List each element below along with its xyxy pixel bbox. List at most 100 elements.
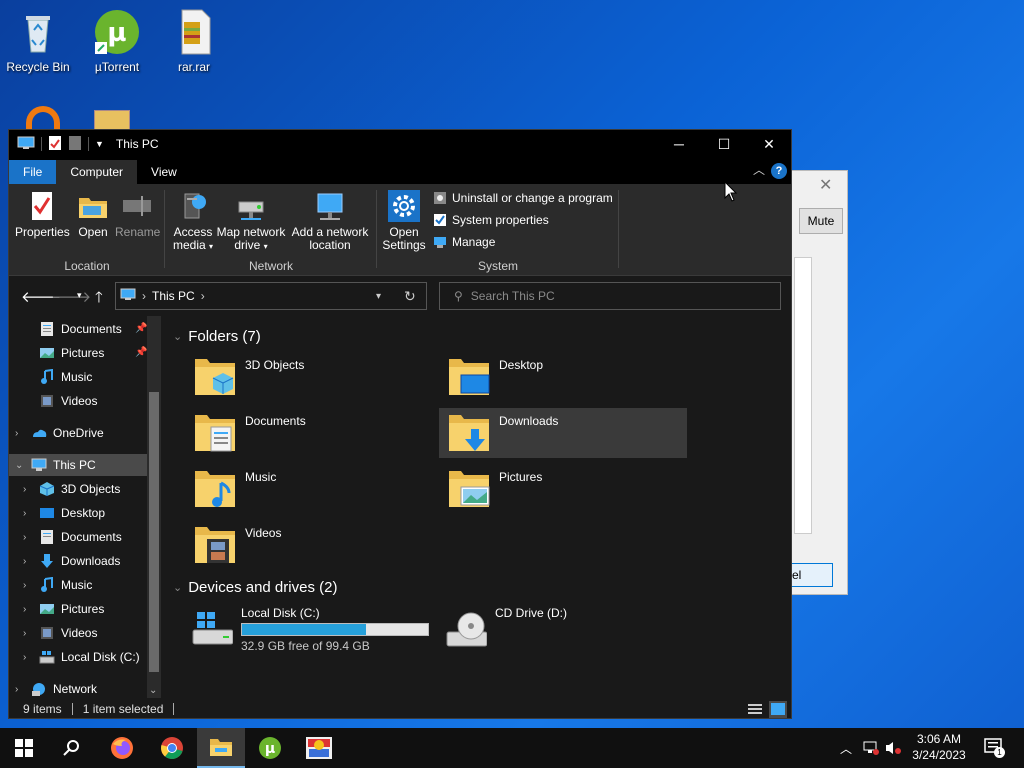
nav-item-3d-objects[interactable]: › 3D Objects bbox=[23, 478, 120, 500]
expand-chevron-icon[interactable]: › bbox=[23, 484, 33, 495]
drive-cd-d[interactable]: CD Drive (D:) bbox=[443, 604, 567, 654]
start-button[interactable] bbox=[0, 728, 48, 768]
refresh-icon[interactable]: ↻ bbox=[404, 288, 416, 305]
nav-item-music-quick[interactable]: Music bbox=[39, 366, 92, 388]
system-properties-button[interactable]: System properties bbox=[433, 210, 549, 230]
expand-chevron-icon[interactable]: › bbox=[23, 604, 33, 615]
drive-local-disk-c[interactable]: Local Disk (C:) 32.9 GB free of 99.4 GB bbox=[189, 604, 429, 654]
search-input[interactable]: Search This PC bbox=[471, 289, 555, 303]
mute-button[interactable]: Mute bbox=[799, 208, 843, 234]
recent-locations-chevron-icon[interactable]: ▾ bbox=[77, 290, 82, 301]
pin-icon[interactable]: 📌 bbox=[135, 323, 147, 334]
taskbar-utorrent[interactable]: µ bbox=[246, 728, 294, 768]
map-network-drive-button[interactable]: Map network drive ▾ bbox=[215, 190, 287, 253]
nav-item-videos-quick[interactable]: Videos bbox=[39, 390, 97, 412]
tab-file[interactable]: File bbox=[9, 160, 57, 184]
up-arrow-icon[interactable]: 🡑 bbox=[95, 287, 103, 312]
properties-quick-icon[interactable] bbox=[48, 135, 62, 154]
customize-toolbar-chevron-icon[interactable]: ▼ bbox=[95, 139, 104, 149]
details-view-icon[interactable] bbox=[747, 702, 763, 718]
dialog-partial-button[interactable]: el bbox=[791, 563, 833, 587]
minimize-ribbon-chevron-icon[interactable]: ︿ bbox=[753, 161, 765, 178]
folder-pictures[interactable]: Pictures bbox=[439, 464, 687, 514]
properties-button[interactable]: Properties bbox=[15, 190, 70, 239]
nav-item-desktop[interactable]: › Desktop bbox=[23, 502, 105, 524]
group-header-drives[interactable]: ⌄ Devices and drives (2) bbox=[173, 579, 337, 596]
expand-chevron-icon[interactable]: › bbox=[23, 532, 33, 543]
network-status-icon[interactable] bbox=[862, 740, 880, 759]
taskbar-firefox[interactable] bbox=[98, 728, 146, 768]
close-button[interactable]: ✕ bbox=[746, 130, 791, 158]
folder-desktop[interactable]: Desktop bbox=[439, 352, 687, 402]
add-network-location-button[interactable]: Add a network location bbox=[289, 190, 371, 252]
open-button[interactable]: Open bbox=[73, 190, 113, 239]
videos-icon bbox=[39, 393, 55, 409]
desktop-icon-utorrent[interactable]: µ µTorrent bbox=[79, 8, 155, 74]
show-hidden-icons-chevron-icon[interactable]: ︿ bbox=[840, 740, 852, 757]
chrome-icon bbox=[161, 737, 183, 759]
desktop-icon-recycle-bin[interactable]: Recycle Bin bbox=[0, 8, 76, 74]
navigation-scrollbar[interactable]: ⌄ bbox=[147, 316, 161, 698]
tab-computer[interactable]: Computer bbox=[56, 160, 138, 184]
rename-button[interactable]: Rename bbox=[115, 190, 160, 239]
nav-item-this-pc[interactable]: ⌄ This PC bbox=[9, 454, 147, 476]
collapse-chevron-icon[interactable]: ⌄ bbox=[173, 330, 182, 343]
folder-music[interactable]: Music bbox=[185, 464, 433, 514]
scroll-down-chevron-icon[interactable]: ⌄ bbox=[149, 685, 157, 696]
access-media-button[interactable]: Access media ▾ bbox=[169, 190, 217, 253]
notification-center-icon[interactable]: 1 bbox=[984, 738, 1005, 759]
expand-chevron-icon[interactable]: › bbox=[23, 556, 33, 567]
folder-downloads[interactable]: Downloads bbox=[439, 408, 687, 458]
manage-button[interactable]: Manage bbox=[433, 232, 495, 252]
taskbar-search-button[interactable] bbox=[48, 728, 96, 768]
folder-documents[interactable]: Documents bbox=[185, 408, 433, 458]
nav-item-documents-quick[interactable]: Documents bbox=[39, 318, 122, 340]
help-icon[interactable]: ? bbox=[771, 163, 787, 179]
large-icons-view-icon[interactable] bbox=[769, 701, 787, 718]
taskbar-sonic-game[interactable] bbox=[295, 728, 343, 768]
expand-chevron-icon[interactable]: › bbox=[23, 628, 33, 639]
expand-chevron-icon[interactable]: › bbox=[23, 508, 33, 519]
address-dropdown-chevron-icon[interactable]: ▾ bbox=[376, 291, 381, 302]
system-clock[interactable]: 3:06 AM 3/24/2023 bbox=[906, 731, 972, 763]
taskbar-chrome[interactable] bbox=[148, 728, 196, 768]
nav-item-music[interactable]: › Music bbox=[23, 574, 92, 596]
taskbar-file-explorer[interactable] bbox=[197, 728, 245, 768]
folder-videos[interactable]: Videos bbox=[185, 520, 433, 570]
expand-chevron-icon[interactable]: › bbox=[23, 652, 33, 663]
window-title: This PC bbox=[115, 137, 159, 151]
nav-item-documents[interactable]: › Documents bbox=[23, 526, 122, 548]
expand-chevron-icon[interactable]: › bbox=[15, 428, 25, 439]
collapse-chevron-icon[interactable]: ⌄ bbox=[15, 460, 25, 471]
desktop-icon-rar[interactable]: rar.rar bbox=[156, 8, 232, 74]
nav-item-pictures[interactable]: › Pictures bbox=[23, 598, 104, 620]
minimize-button[interactable]: ─ bbox=[656, 130, 702, 158]
group-header-folders[interactable]: ⌄ Folders (7) bbox=[173, 328, 261, 345]
breadcrumb-this-pc[interactable]: This PC bbox=[152, 289, 195, 303]
nav-item-videos[interactable]: › Videos bbox=[23, 622, 97, 644]
address-bar[interactable]: › This PC › ▾ ↻ bbox=[115, 282, 427, 310]
pin-icon[interactable]: 📌 bbox=[135, 347, 147, 358]
expand-chevron-icon[interactable]: › bbox=[15, 684, 25, 695]
close-icon[interactable]: ✕ bbox=[819, 175, 832, 195]
new-folder-quick-icon[interactable] bbox=[68, 135, 82, 154]
folder-3d-objects[interactable]: 3D Objects bbox=[185, 352, 433, 402]
uninstall-program-button[interactable]: Uninstall or change a program bbox=[433, 188, 613, 208]
tab-view[interactable]: View bbox=[137, 160, 191, 184]
volume-muted-icon[interactable] bbox=[884, 740, 902, 759]
nav-item-pictures-quick[interactable]: Pictures bbox=[39, 342, 104, 364]
forward-arrow-icon[interactable]: 🡒 bbox=[51, 287, 91, 306]
expand-chevron-icon[interactable]: › bbox=[23, 580, 33, 591]
open-folder-icon bbox=[77, 190, 109, 222]
maximize-button[interactable]: ☐ bbox=[701, 130, 747, 158]
nav-item-downloads[interactable]: › Downloads bbox=[23, 550, 120, 572]
search-box[interactable]: ⚲ Search This PC bbox=[439, 282, 781, 310]
nav-item-onedrive[interactable]: › OneDrive bbox=[15, 422, 104, 444]
collapse-chevron-icon[interactable]: ⌄ bbox=[173, 581, 182, 594]
group-header-label: Folders (7) bbox=[188, 328, 261, 345]
scrollbar-thumb[interactable] bbox=[149, 392, 159, 672]
breadcrumb-chevron-icon[interactable]: › bbox=[201, 289, 205, 303]
open-settings-button[interactable]: Open Settings bbox=[381, 190, 427, 252]
nav-item-local-disk[interactable]: › Local Disk (C:) bbox=[23, 646, 140, 668]
nav-item-network[interactable]: › Network bbox=[15, 678, 97, 700]
